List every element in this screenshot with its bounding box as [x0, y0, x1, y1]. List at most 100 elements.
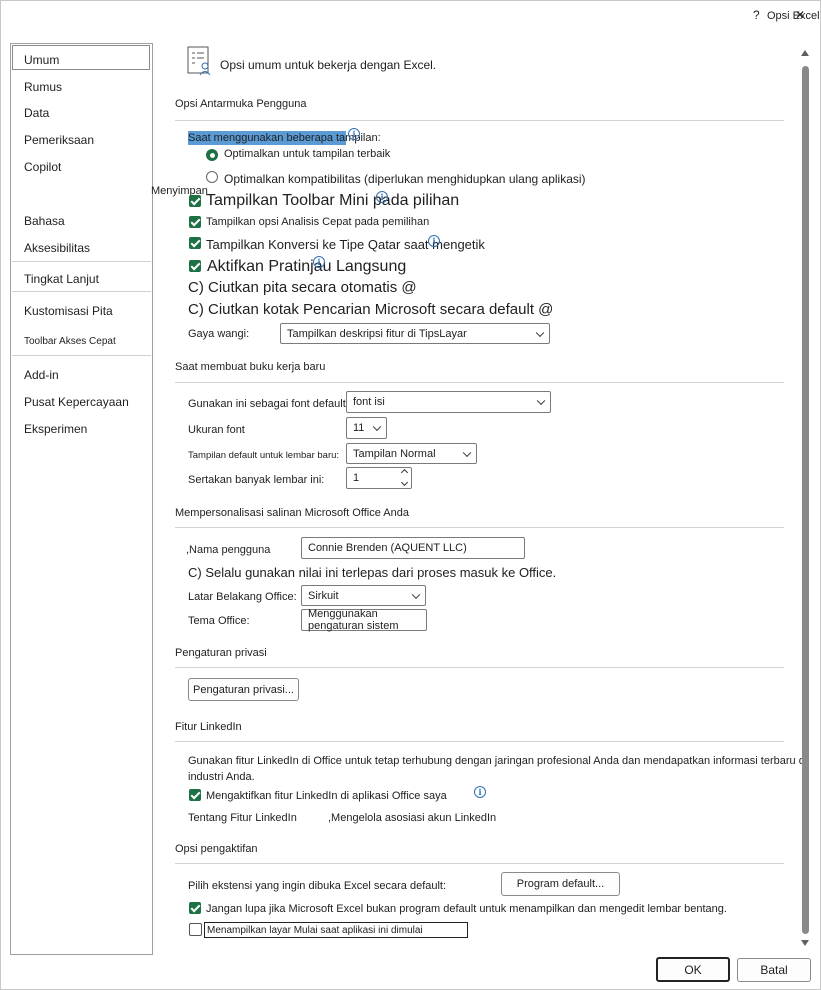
linkedin-enable-checkbox[interactable]	[189, 789, 201, 801]
section-title-privacy: Pengaturan privasi	[175, 647, 267, 659]
sidebar-item-rumus[interactable]: Rumus	[24, 80, 62, 94]
sheet-count-label: Sertakan banyak lembar ini:	[188, 474, 325, 486]
scroll-up-icon[interactable]	[801, 50, 809, 56]
collapse-search-option[interactable]: C) Ciutkan kotak Pencarian Microsoft sec…	[188, 301, 553, 318]
about-linkedin-link[interactable]: Tentang Fitur LinkedIn	[188, 812, 297, 824]
section-divider	[175, 863, 784, 864]
scroll-down-icon[interactable]	[801, 940, 809, 946]
live-preview-label: Aktifkan Pratinjau Langsung	[207, 258, 407, 275]
radio-best-appearance[interactable]	[206, 149, 218, 161]
office-background-select[interactable]: Sirkuit	[301, 585, 426, 606]
default-font-value: font isi	[353, 396, 385, 408]
show-start-screen-label: Menampilkan layar Mulai saat aplikasi in…	[207, 925, 423, 936]
ok-label: OK	[684, 962, 702, 977]
font-size-value: 11	[353, 422, 365, 434]
spin-down-icon[interactable]	[400, 478, 409, 487]
radio-compat-label: Optimalkan kompatibilitas (diperlukan me…	[224, 172, 586, 186]
font-size-select[interactable]: 11	[346, 417, 387, 439]
convert-data-types-checkbox[interactable]	[189, 237, 201, 249]
sidebar-item-copilot[interactable]: Copilot	[24, 160, 61, 174]
default-font-select[interactable]: font isi	[346, 391, 551, 413]
sheet-count-spinner[interactable]: 1	[346, 467, 412, 489]
close-icon[interactable]: ✕	[795, 8, 805, 22]
section-divider	[175, 667, 784, 668]
dialog-title: Opsi Excel	[767, 10, 820, 22]
sidebar-item-bahasa[interactable]: Bahasa	[24, 214, 65, 228]
sidebar-item-tingkat-lanjut[interactable]: Tingkat Lanjut	[24, 272, 99, 286]
screentip-style-label: Gaya wangi:	[188, 328, 250, 340]
office-theme-select[interactable]: Menggunakan pengaturan sistem	[301, 608, 427, 632]
username-label: ,Nama pengguna	[186, 544, 271, 556]
section-title-ui: Opsi Antarmuka Pengguna	[175, 98, 307, 110]
radio-best-label: Optimalkan untuk tampilan terbaik	[224, 148, 391, 160]
office-theme-value: Menggunakan pengaturan sistem	[308, 608, 399, 632]
convert-data-types-label: Tampilkan Konversi ke Tipe Qatar saat me…	[206, 237, 485, 252]
info-icon: i	[474, 786, 486, 798]
sheet-count-value: 1	[353, 472, 360, 484]
username-input[interactable]: Connie Brenden (AQUENT LLC)	[301, 537, 525, 559]
sidebar-item-data[interactable]: Data	[24, 106, 49, 120]
collapse-ribbon-option[interactable]: C) Ciutkan pita secara otomatis @	[188, 279, 417, 296]
privacy-settings-label: Pengaturan privasi...	[193, 683, 294, 696]
privacy-settings-button[interactable]: Pengaturan privasi...	[188, 678, 299, 701]
sidebar-item-add-in[interactable]: Add-in	[24, 368, 59, 382]
info-icon: i	[428, 235, 440, 247]
always-use-option[interactable]: C) Selalu gunakan nilai ini terlepas dar…	[188, 565, 556, 580]
show-start-screen-checkbox[interactable]	[189, 923, 202, 936]
sidebar-item-pemeriksaan[interactable]: Pemeriksaan	[24, 133, 94, 147]
default-programs-label: Program default...	[516, 878, 605, 890]
sidebar-item-pusat-kepercayaan[interactable]: Pusat Kepercayaan	[24, 395, 129, 409]
username-value: Connie Brenden (AQUENT LLC)	[308, 542, 467, 554]
section-divider	[175, 527, 784, 528]
sidebar-item-toolbar-akses-cepat[interactable]: Toolbar Akses Cepat	[24, 336, 116, 347]
default-view-select[interactable]: Tampilan Normal	[346, 443, 477, 464]
linkedin-enable-label: Mengaktifkan fitur LinkedIn di aplikasi …	[206, 790, 447, 802]
spin-up-icon[interactable]	[400, 468, 409, 477]
sidebar-item-kustomisasi-pita[interactable]: Kustomisasi Pita	[24, 304, 113, 318]
office-theme-label: Tema Office:	[188, 615, 250, 627]
quick-analysis-label: Tampilkan opsi Analisis Cepat pada pemil…	[206, 216, 430, 228]
manage-linkedin-link[interactable]: ,Mengelola asosiasi akun LinkedIn	[328, 812, 496, 824]
default-programs-button[interactable]: Program default...	[501, 872, 620, 896]
section-divider	[175, 382, 784, 383]
ok-button[interactable]: OK	[656, 957, 730, 982]
chevron-down-icon	[372, 422, 382, 432]
scrollbar-thumb[interactable]	[802, 66, 809, 934]
help-icon[interactable]: ?	[753, 8, 760, 22]
cancel-button[interactable]: Batal	[737, 958, 811, 982]
sidebar-item-eksperimen[interactable]: Eksperimen	[24, 422, 87, 436]
extensions-label: Pilih ekstensi yang ingin dibuka Excel s…	[188, 880, 447, 892]
sidebar: Umum Rumus Data Pemeriksaan Copilot Baha…	[10, 43, 153, 955]
default-font-label: Gunakan ini sebagai font default	[188, 398, 346, 410]
chevron-down-icon	[535, 328, 545, 337]
section-title-new-workbook: Saat membuat buku kerja baru	[175, 361, 326, 373]
linkedin-description: Gunakan fitur LinkedIn di Office untuk t…	[188, 755, 808, 767]
sidebar-divider	[12, 261, 151, 262]
section-title-startup: Opsi pengaktifan	[175, 843, 258, 855]
mini-toolbar-checkbox[interactable]	[189, 195, 201, 207]
general-options-icon	[187, 46, 211, 76]
linkedin-description-cont: industri Anda.	[188, 771, 255, 783]
screentip-style-value: Tampilkan deskripsi fitur di TipsLayar	[287, 327, 467, 340]
chevron-down-icon	[411, 590, 421, 599]
office-background-label: Latar Belakang Office:	[188, 591, 297, 603]
sidebar-divider	[12, 355, 151, 356]
info-icon: i	[376, 191, 388, 203]
screentip-style-select[interactable]: Tampilkan deskripsi fitur di TipsLayar	[280, 323, 550, 344]
section-title-linkedin: Fitur LinkedIn	[175, 721, 242, 733]
tell-me-default-checkbox[interactable]	[189, 902, 201, 914]
radio-compatibility[interactable]	[206, 171, 218, 183]
sidebar-item-umum[interactable]: Umum	[24, 53, 59, 67]
quick-analysis-checkbox[interactable]	[189, 216, 201, 228]
chevron-down-icon	[462, 448, 472, 457]
info-icon: i	[313, 256, 325, 268]
section-title-personalize: Mempersonalisasi salinan Microsoft Offic…	[175, 507, 409, 519]
default-view-value: Tampilan Normal	[353, 447, 436, 460]
office-background-value: Sirkuit	[308, 589, 339, 602]
section-divider	[175, 741, 784, 742]
cancel-label: Batal	[760, 963, 788, 977]
info-icon: i	[348, 128, 360, 140]
sidebar-item-aksesibilitas[interactable]: Aksesibilitas	[24, 241, 90, 255]
default-view-label: Tampilan default untuk lembar baru:	[188, 450, 340, 461]
live-preview-checkbox[interactable]	[189, 260, 201, 272]
